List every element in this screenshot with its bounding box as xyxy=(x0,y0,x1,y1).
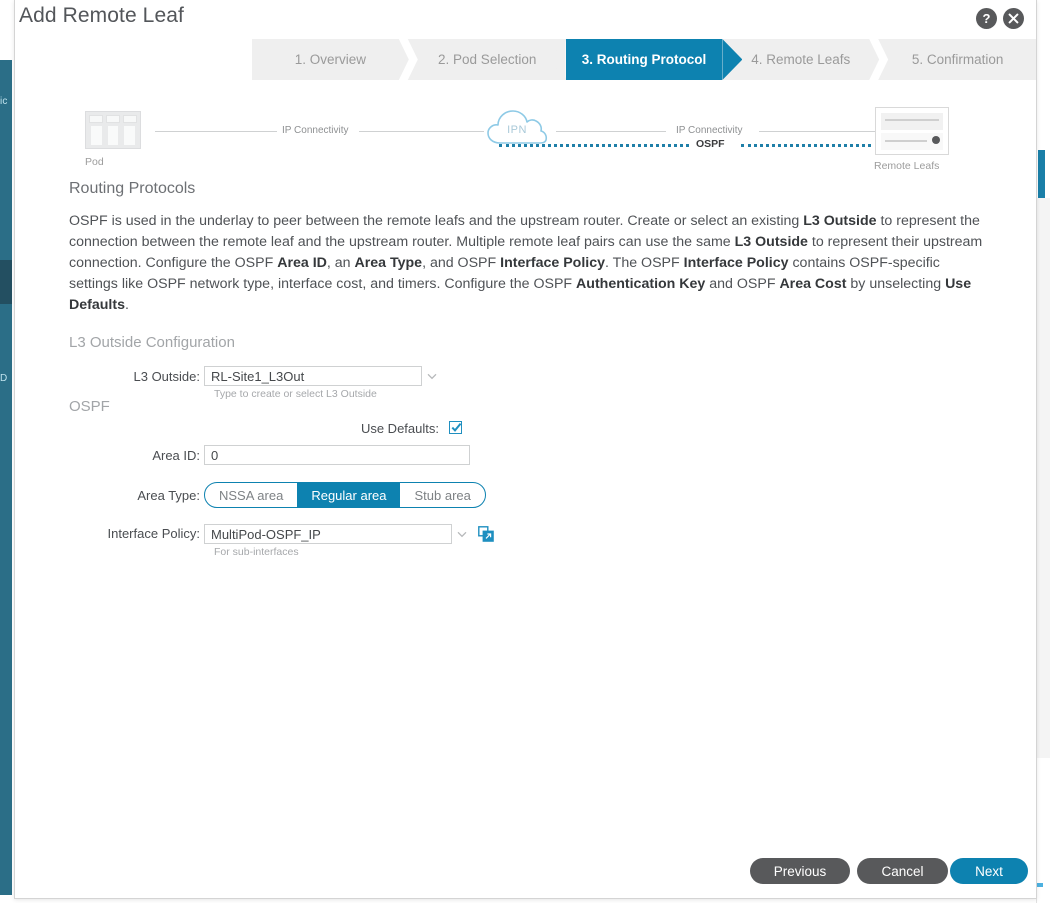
wizard-step-label: 3. Routing Protocol xyxy=(581,52,707,67)
next-button[interactable]: Next xyxy=(950,858,1028,884)
remote-leafs-caption: Remote Leafs xyxy=(874,160,940,172)
link-line-right-a xyxy=(556,131,666,132)
background-nav-rail-label-1: ic xyxy=(0,96,8,107)
launch-external-icon[interactable] xyxy=(478,526,494,542)
cancel-button[interactable]: Cancel xyxy=(857,858,948,884)
ospf-label: OSPF xyxy=(696,138,725,150)
interface-policy-label: Interface Policy: xyxy=(107,526,201,541)
wizard-step-label: 5. Confirmation xyxy=(911,52,1004,67)
wizard-step-2-pod-selection[interactable]: 2. Pod Selection xyxy=(408,39,566,80)
previous-button[interactable]: Previous xyxy=(750,858,850,884)
dialog-header-actions: ? xyxy=(976,8,1024,29)
wizard-step-4-remote-leafs[interactable]: 4. Remote Leafs xyxy=(722,39,880,80)
l3-outside-input[interactable] xyxy=(204,366,442,386)
page-title: Routing Protocols xyxy=(69,180,196,197)
wizard-steps: 1. Overview 2. Pod Selection 3. Routing … xyxy=(252,39,1036,80)
pod-caption: Pod xyxy=(85,156,104,168)
area-type-segmented-control[interactable]: NSSA area Regular area Stub area xyxy=(204,482,486,508)
area-type-option-nssa[interactable]: NSSA area xyxy=(205,483,297,507)
dialog-header: Add Remote Leaf ? xyxy=(15,0,1036,38)
interface-policy-input[interactable] xyxy=(204,524,472,544)
wizard-step-1-overview[interactable]: 1. Overview xyxy=(252,39,409,80)
remote-leafs-icon xyxy=(875,107,949,155)
use-defaults-label: Use Defaults: xyxy=(360,421,439,436)
use-defaults-checkbox[interactable] xyxy=(449,421,462,434)
area-id-input[interactable] xyxy=(204,445,470,465)
area-id-label: Area ID: xyxy=(152,448,200,463)
link-line-left-b xyxy=(359,131,484,132)
l3-outside-helper-text: Type to create or select L3 Outside xyxy=(214,388,377,400)
ipn-label: IPN xyxy=(507,124,527,136)
chevron-down-icon[interactable] xyxy=(421,366,442,386)
dialog-footer: Previous Cancel Next xyxy=(15,849,1036,889)
chevron-down-icon[interactable] xyxy=(451,524,472,544)
ospf-dash-right xyxy=(741,144,878,147)
help-circle-icon[interactable]: ? xyxy=(976,8,997,29)
background-nav-rail-label-2: D xyxy=(0,373,8,384)
wizard-step-5-confirmation[interactable]: 5. Confirmation xyxy=(879,39,1036,80)
l3-outside-configuration-group-title: L3 Outside Configuration xyxy=(69,334,235,351)
area-type-option-stub[interactable]: Stub area xyxy=(400,483,484,507)
background-right-blue-dot xyxy=(1037,883,1043,887)
topology-diagram: Pod IP Connectivity IPN IP Connectivity … xyxy=(69,98,979,176)
svg-text:?: ? xyxy=(983,11,991,26)
wizard-step-label: 1. Overview xyxy=(294,52,367,67)
link-line-left-a xyxy=(155,131,277,132)
area-type-label: Area Type: xyxy=(137,488,200,503)
background-right-accent-block xyxy=(1038,150,1045,198)
wizard-step-3-routing-protocol[interactable]: 3. Routing Protocol xyxy=(565,39,723,80)
link-line-right-b xyxy=(759,131,877,132)
description-paragraph: OSPF is used in the underlay to peer bet… xyxy=(69,213,983,313)
ospf-dash-left xyxy=(499,144,689,147)
interface-policy-helper-text: For sub-interfaces xyxy=(214,546,299,558)
pod-icon xyxy=(85,111,141,149)
ipn-cloud-icon: IPN xyxy=(486,107,548,149)
close-circle-icon[interactable] xyxy=(1003,8,1024,29)
interface-policy-combobox[interactable] xyxy=(204,524,472,544)
link-right-label: IP Connectivity xyxy=(676,125,743,136)
background-nav-rail-selected-item xyxy=(0,260,12,304)
background-nav-rail: ic D xyxy=(0,60,12,895)
l3-outside-combobox[interactable] xyxy=(204,366,442,386)
wizard-step-label: 4. Remote Leafs xyxy=(751,52,851,67)
link-left-label: IP Connectivity xyxy=(282,125,349,136)
background-right-grey-panel xyxy=(1037,198,1050,758)
add-remote-leaf-dialog: Add Remote Leaf ? 1. Overview 2. Pod Sel… xyxy=(14,0,1037,899)
wizard-step-label: 2. Pod Selection xyxy=(438,52,537,67)
ospf-group-title: OSPF xyxy=(69,398,110,415)
background-right-strip xyxy=(1036,0,1051,903)
area-type-option-regular[interactable]: Regular area xyxy=(297,483,401,507)
l3-outside-label: L3 Outside: xyxy=(133,369,201,384)
dialog-title: Add Remote Leaf xyxy=(19,4,184,27)
